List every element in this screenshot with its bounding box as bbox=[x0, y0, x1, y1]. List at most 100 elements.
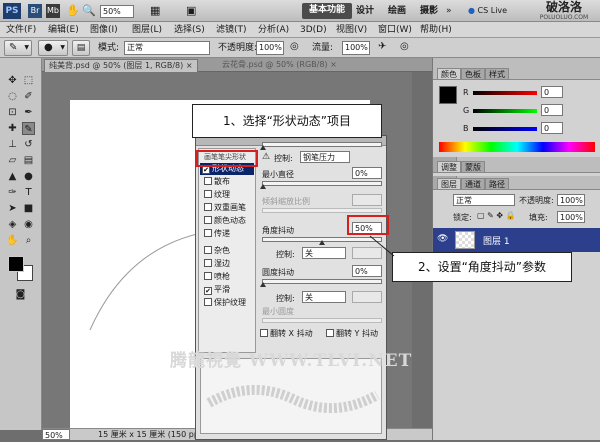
menu-select[interactable]: 选择(S) bbox=[174, 23, 205, 37]
zoom-tool-icon[interactable]: 🔍 bbox=[82, 4, 96, 17]
blur-tool-icon[interactable]: ▲ bbox=[6, 170, 19, 183]
move-tool-icon[interactable]: ✥ bbox=[6, 74, 19, 87]
smoothing-checkbox[interactable]: ✔ bbox=[204, 287, 212, 295]
mini-bridge-icon[interactable]: Mb bbox=[46, 4, 60, 18]
color-panel-foreground-swatch[interactable] bbox=[439, 86, 457, 104]
channel-g-field[interactable]: 0 bbox=[541, 104, 563, 116]
size-pressure-icon[interactable]: ◎ bbox=[400, 41, 409, 52]
min-diameter-field[interactable]: 0% bbox=[352, 167, 382, 179]
lasso-tool-icon[interactable]: ◌ bbox=[6, 90, 19, 103]
flip-x-checkbox[interactable] bbox=[260, 329, 268, 337]
zoom-level-field[interactable]: 50% bbox=[100, 5, 134, 18]
dual-brush-checkbox[interactable] bbox=[204, 203, 212, 211]
channel-b-field[interactable]: 0 bbox=[541, 122, 563, 134]
roundness-jitter-slider[interactable] bbox=[260, 279, 382, 287]
channel-r-field[interactable]: 0 bbox=[541, 86, 563, 98]
color-dynamics-checkbox[interactable] bbox=[204, 216, 212, 224]
workspace-photography[interactable]: 摄影 bbox=[420, 4, 438, 18]
menu-help[interactable]: 帮助(H) bbox=[420, 23, 452, 37]
channel-g-slider[interactable] bbox=[473, 109, 537, 113]
menu-window[interactable]: 窗口(W) bbox=[378, 23, 412, 37]
flip-x-option[interactable]: 翻转 X 抖动 bbox=[260, 328, 313, 339]
shape-dynamics-checkbox[interactable]: ✔ bbox=[202, 166, 210, 174]
tab-document-2[interactable]: 云花骨.psd @ 50% (RGB/8) × bbox=[218, 59, 341, 72]
color-dynamics-item[interactable]: 颜色动态 bbox=[204, 215, 246, 227]
clone-stamp-tool-icon[interactable]: ⊥ bbox=[6, 138, 19, 151]
wet-edges-item[interactable]: 湿边 bbox=[204, 258, 230, 270]
noise-item[interactable]: 杂色 bbox=[204, 245, 230, 257]
cs-live-button[interactable]: ● CS Live bbox=[468, 4, 507, 18]
airbrush-checkbox[interactable] bbox=[204, 272, 212, 280]
scattering-item[interactable]: 散布 bbox=[204, 176, 230, 188]
airbrush-icon[interactable]: ✈ bbox=[378, 41, 386, 52]
min-diameter-slider[interactable] bbox=[260, 181, 382, 189]
transfer-item[interactable]: 传递 bbox=[204, 228, 230, 240]
layer-blend-mode-select[interactable]: 正常 bbox=[453, 194, 515, 206]
texture-item[interactable]: 纹理 bbox=[204, 189, 230, 201]
menu-3d[interactable]: 3D(D) bbox=[300, 23, 327, 37]
color-spectrum-bar[interactable] bbox=[439, 142, 595, 152]
angle-jitter-knob[interactable] bbox=[319, 240, 325, 245]
screen-mode-icon[interactable]: ▣ bbox=[186, 4, 196, 17]
size-jitter-slider[interactable] bbox=[260, 142, 382, 150]
menu-layer[interactable]: 图层(L) bbox=[132, 23, 162, 37]
angle-jitter-slider[interactable] bbox=[262, 237, 382, 245]
crop-tool-icon[interactable]: ⊡ bbox=[6, 106, 19, 119]
transfer-checkbox[interactable] bbox=[204, 229, 212, 237]
smoothing-item[interactable]: ✔ 平滑 bbox=[204, 284, 230, 296]
opacity-field[interactable]: 100% bbox=[256, 41, 284, 55]
mode-select[interactable]: 正常 bbox=[124, 41, 210, 55]
angle-control-select[interactable]: 关 bbox=[302, 247, 346, 259]
lock-icons[interactable]: ▢ ✎ ✥ 🔒 bbox=[477, 211, 516, 220]
dodge-tool-icon[interactable]: ● bbox=[22, 170, 35, 183]
toggle-brush-panel-button[interactable]: ▤ bbox=[72, 40, 90, 56]
foreground-color-swatch-top[interactable] bbox=[8, 256, 24, 272]
layer-row[interactable]: 👁 图层 1 bbox=[433, 228, 600, 252]
channel-b-slider[interactable] bbox=[473, 127, 537, 131]
protect-texture-checkbox[interactable] bbox=[204, 298, 212, 306]
dual-brush-item[interactable]: 双重画笔 bbox=[204, 202, 246, 214]
texture-checkbox[interactable] bbox=[204, 190, 212, 198]
zoom-tool-icon[interactable]: ⌕ bbox=[22, 234, 35, 247]
menu-file[interactable]: 文件(F) bbox=[6, 23, 36, 37]
menu-view[interactable]: 视图(V) bbox=[336, 23, 367, 37]
menu-filter[interactable]: 滤镜(T) bbox=[216, 23, 247, 37]
quick-select-tool-icon[interactable]: ✐ bbox=[22, 90, 35, 103]
history-brush-tool-icon[interactable]: ↺ bbox=[22, 138, 35, 151]
flip-y-option[interactable]: 翻转 Y 抖动 bbox=[326, 328, 378, 339]
arrange-documents-icon[interactable]: ▦ bbox=[150, 4, 160, 17]
3d-orbit-tool-icon[interactable]: ◉ bbox=[22, 218, 35, 231]
workspace-painting[interactable]: 绘画 bbox=[388, 4, 406, 18]
launch-bridge-icon[interactable]: Br bbox=[28, 4, 42, 18]
shape-tool-icon[interactable]: ■ bbox=[22, 202, 35, 215]
protect-texture-item[interactable]: 保护纹理 bbox=[204, 297, 246, 309]
path-select-tool-icon[interactable]: ➤ bbox=[6, 202, 19, 215]
wet-edges-checkbox[interactable] bbox=[204, 259, 212, 267]
flow-field[interactable]: 100% bbox=[342, 41, 370, 55]
gradient-tool-icon[interactable]: ▤ bbox=[22, 154, 35, 167]
channel-r-slider[interactable] bbox=[473, 91, 537, 95]
roundness-control-select[interactable]: 关 bbox=[302, 291, 346, 303]
size-control-select[interactable]: 钢笔压力 bbox=[300, 151, 350, 163]
tool-preset-picker[interactable]: ✎ ▼ bbox=[4, 40, 32, 56]
brush-preset-picker[interactable]: ● ▼ bbox=[38, 40, 68, 56]
hand-tool-icon[interactable]: ✋ bbox=[6, 234, 19, 247]
tab-document-1[interactable]: 纯美背.psd @ 50% (图层 1, RGB/8) × bbox=[44, 59, 198, 72]
healing-brush-tool-icon[interactable]: ✚ bbox=[6, 122, 19, 135]
layer-name[interactable]: 图层 1 bbox=[483, 234, 510, 247]
scattering-checkbox[interactable] bbox=[204, 177, 212, 185]
workspace-more-icon[interactable]: » bbox=[446, 4, 452, 18]
hand-tool-icon[interactable]: ✋ bbox=[66, 4, 80, 17]
close-icon[interactable]: × bbox=[330, 60, 337, 69]
menu-edit[interactable]: 编辑(E) bbox=[48, 23, 79, 37]
flip-y-checkbox[interactable] bbox=[326, 329, 334, 337]
menu-analysis[interactable]: 分析(A) bbox=[258, 23, 289, 37]
eraser-tool-icon[interactable]: ▱ bbox=[6, 154, 19, 167]
visibility-eye-icon[interactable]: 👁 bbox=[437, 234, 448, 244]
noise-checkbox[interactable] bbox=[204, 246, 212, 254]
opacity-pressure-icon[interactable]: ◎ bbox=[290, 41, 299, 52]
status-zoom-field[interactable]: 50% bbox=[42, 429, 70, 440]
quick-mask-icon[interactable]: ◙ bbox=[14, 288, 27, 301]
eyedropper-tool-icon[interactable]: ✒ bbox=[22, 106, 35, 119]
layer-opacity-field[interactable]: 100% bbox=[557, 194, 585, 206]
